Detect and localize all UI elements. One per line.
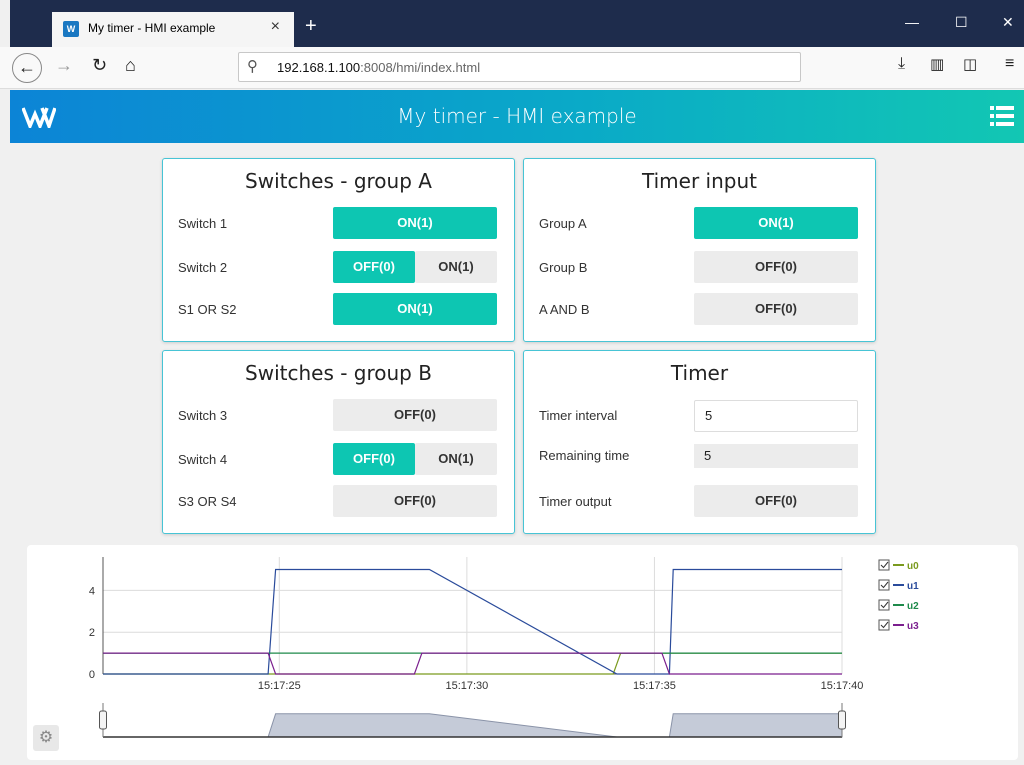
url-path: :8008/hmi/index.html [360,60,481,75]
tab-title: My timer - HMI example [88,21,216,35]
tabbar-gap [0,0,10,47]
y-tick-label: 4 [89,585,95,597]
s3-or-s4-label: S3 OR S4 [178,494,237,509]
a-and-b-indicator: OFF(0) [694,293,858,325]
x-tick-label: 15:17:25 [258,680,301,692]
app-header: My timer - HMI example [10,90,1024,143]
back-icon[interactable]: ← [12,53,42,83]
remaining-time-label: Remaining time [539,448,630,463]
tab-close-icon[interactable]: × [271,18,280,36]
navigator-area [103,713,843,738]
legend-checkbox-u2[interactable] [878,599,890,611]
reload-icon[interactable]: ↻ [92,55,107,76]
panel-timer-input: Timer input Group A ON(1) Group B OFF(0)… [523,158,876,342]
y-tick-label: 2 [89,627,95,639]
favicon-icon: W [63,21,79,37]
legend-label-u1: u1 [907,581,919,592]
maximize-icon[interactable]: ☐ [955,14,968,31]
download-icon[interactable]: ⤓ [898,55,905,73]
navigator-left-handle[interactable] [99,710,107,730]
legend-checkbox-u1[interactable] [878,579,890,591]
s1-or-s2-indicator: ON(1) [333,293,497,325]
switch-2-on-button[interactable]: ON(1) [415,251,497,283]
url-text: 192.168.1.100:8008/hmi/index.html [277,60,480,75]
panel-timer: Timer Timer interval 5 Remaining time 5 … [523,350,876,534]
forward-icon[interactable]: → [55,55,73,76]
minimize-icon[interactable]: — [905,14,919,30]
panel-title: Switches - group B [245,361,432,385]
x-tick-label: 15:17:30 [445,680,488,692]
app-title: My timer - HMI example [397,104,637,128]
sidebar-icon[interactable]: ◫ [963,55,977,73]
home-icon[interactable]: ⌂ [125,55,136,76]
timer-interval-input[interactable]: 5 [694,400,858,432]
timer-output-label: Timer output [539,494,612,509]
legend-checkbox-u3[interactable] [878,619,890,631]
group-a-indicator: ON(1) [694,207,858,239]
switch-4-on-button[interactable]: ON(1) [415,443,497,475]
series-line-u3 [103,652,842,675]
url-host: 192.168.1.100 [277,60,361,75]
switch-3-button[interactable]: OFF(0) [333,399,497,431]
panel-switches-group-b: Switches - group B Switch 3 OFF(0) Switc… [162,350,515,534]
timer-interval-label: Timer interval [539,408,618,423]
list-menu-icon[interactable] [990,105,1014,127]
series-line-u1 [103,568,842,675]
panel-title: Timer [670,361,729,385]
switch-3-label: Switch 3 [178,408,228,423]
switch-4-label: Switch 4 [178,452,228,467]
browser-tab-bar: W My timer - HMI example × + — ☐ ✕ [0,0,1024,47]
navigator-right-handle[interactable] [838,710,846,730]
panel-switches-group-a: Switches - group A Switch 1 ON(1) Switch… [162,158,515,342]
switch-1-on-button[interactable]: ON(1) [333,207,497,239]
legend-label-u3: u3 [907,621,919,632]
s1-or-s2-label: S1 OR S2 [178,302,237,317]
legend-label-u2: u2 [907,601,919,612]
switch-1-label: Switch 1 [178,216,228,231]
switch-4-off-button[interactable]: OFF(0) [333,443,415,475]
switch-2-label: Switch 2 [178,260,228,275]
new-tab-button[interactable]: + [305,16,317,36]
x-tick-label: 15:17:35 [633,680,676,692]
switch-2-off-button[interactable]: OFF(0) [333,251,415,283]
s3-or-s4-indicator: OFF(0) [333,485,497,517]
a-and-b-label: A AND B [539,302,590,317]
settings-gear-icon[interactable]: ⚙ [33,725,59,751]
panel-title: Timer input [642,169,757,193]
legend-label-u0: u0 [907,561,919,572]
search-icon: ⚲ [247,58,258,75]
url-bar[interactable]: ⚲ 192.168.1.100:8008/hmi/index.html [238,52,801,82]
hamburger-menu-icon[interactable]: ≡ [1005,55,1014,73]
trend-chart-card: 0 2 4 15:17:25 15:17:30 15:17:35 15:17:40 u0 u1 u… [27,545,1018,760]
group-b-indicator: OFF(0) [694,251,858,283]
legend-checkbox-u0[interactable] [878,559,890,571]
remaining-time-value: 5 [694,444,858,468]
trend-chart[interactable]: 0 2 4 15:17:25 15:17:30 15:17:35 15:17:40 u0 u1 u… [27,545,1018,760]
browser-nav-bar: ← → ↻ ⌂ ⚲ 192.168.1.100:8008/hmi/index.h… [0,47,1024,89]
browser-tab[interactable]: W My timer - HMI example × [52,12,294,47]
timer-output-indicator: OFF(0) [694,485,858,517]
series-line-u0 [103,652,842,675]
group-a-label: Group A [539,216,587,231]
close-window-icon[interactable]: ✕ [1002,14,1014,31]
library-icon[interactable]: ▥ [930,55,944,73]
y-tick-label: 0 [89,669,95,681]
x-tick-label: 15:17:40 [821,680,864,692]
panel-title: Switches - group A [245,169,432,193]
group-b-label: Group B [539,260,588,275]
